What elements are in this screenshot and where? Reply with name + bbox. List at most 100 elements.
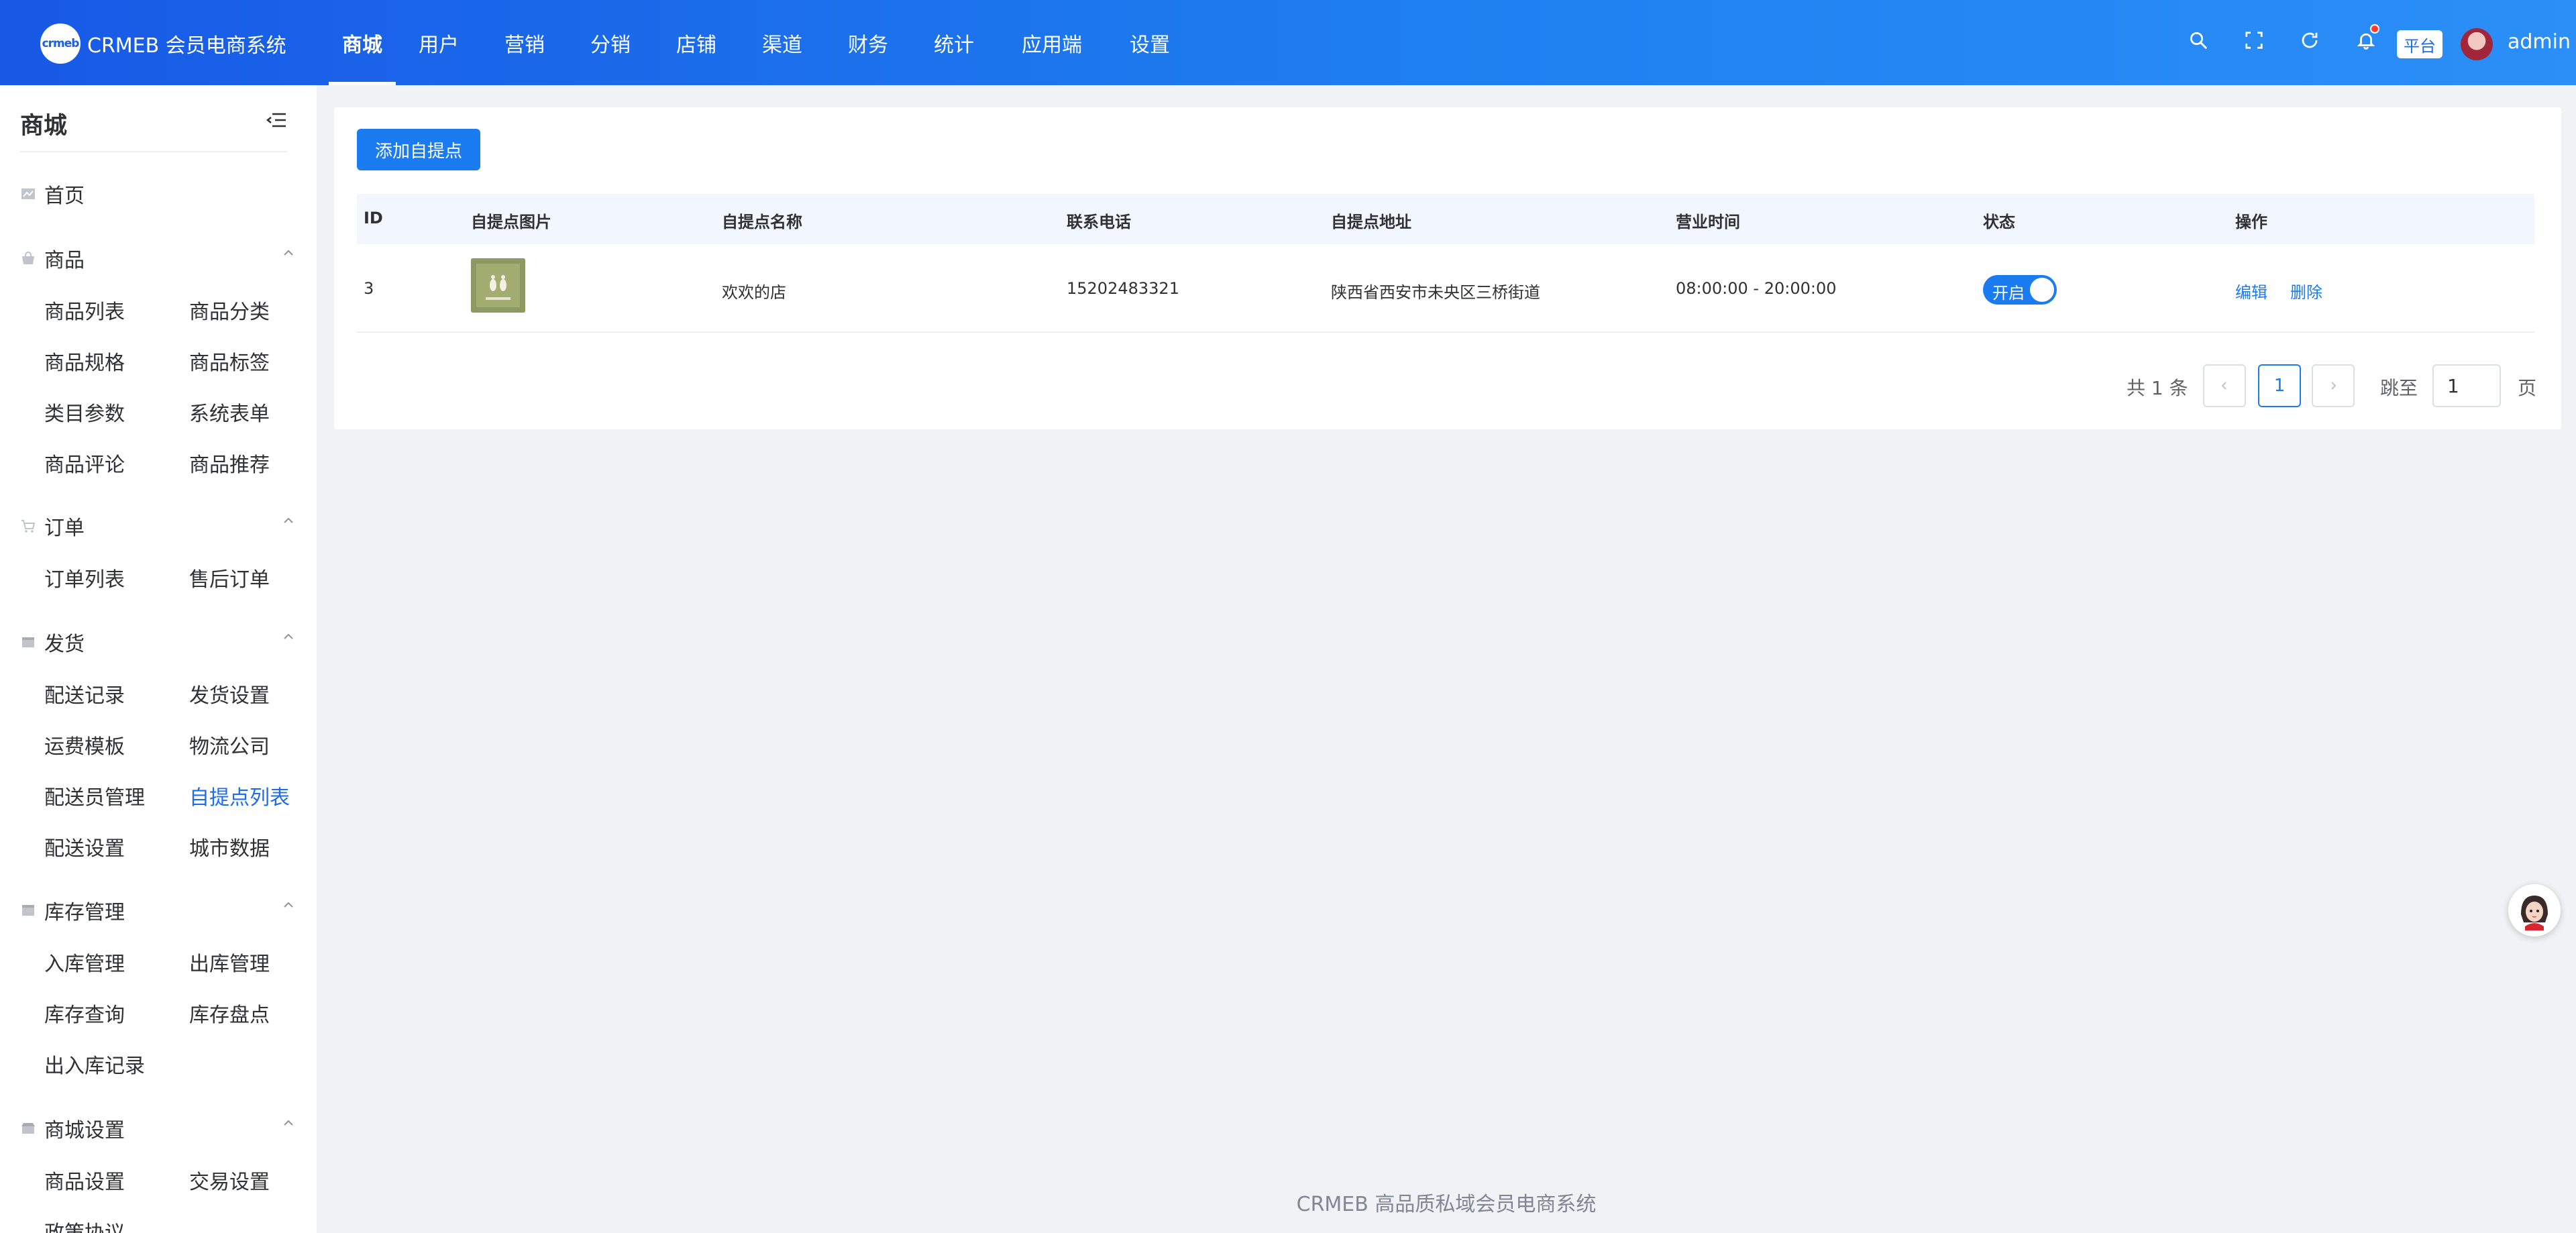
status-toggle[interactable]: 开启	[1983, 275, 2057, 305]
sidebar-item-label: 首页	[44, 184, 85, 208]
chevron-right-icon	[2331, 382, 2337, 390]
topnav-item-statistics[interactable]: 统计	[911, 0, 997, 85]
platform-tag[interactable]: 平台	[2397, 30, 2443, 58]
column-header-actions: 操作	[2235, 213, 2267, 231]
sidebar-item-home[interactable]: 首页	[20, 179, 295, 209]
sidebar: 商城 首页 商品 商品列表 商品分类 商品规格 商品标签 类目参数 系统表单 商…	[0, 85, 317, 1233]
top-header: crmeb CRMEB 会员电商系统 商城 用户 营销 分销 店铺 渠道 财务 …	[0, 0, 2576, 85]
sidebar-item-system-form[interactable]: 系统表单	[189, 397, 270, 427]
column-header-hours: 营业时间	[1676, 213, 1740, 231]
avatar[interactable]	[2461, 28, 2493, 60]
status-toggle-label: 开启	[1992, 284, 2025, 303]
column-header-address: 自提点地址	[1331, 213, 1411, 231]
sidebar-item-product-recommend[interactable]: 商品推荐	[189, 448, 270, 478]
search-icon[interactable]	[2185, 27, 2212, 54]
sidebar-group-label: 订单	[44, 517, 85, 540]
refresh-icon[interactable]	[2296, 27, 2323, 54]
bell-icon[interactable]	[2353, 24, 2379, 54]
sidebar-item-stock-records[interactable]: 出入库记录	[44, 1049, 145, 1079]
sidebar-item-stock-check[interactable]: 库存盘点	[189, 998, 270, 1028]
prev-page-button[interactable]	[2203, 364, 2246, 407]
notification-dot	[2370, 24, 2379, 34]
cell-name: 欢欢的店	[722, 283, 786, 302]
sidebar-item-product-spec[interactable]: 商品规格	[44, 346, 125, 376]
sidebar-item-freight-template[interactable]: 运费模板	[44, 730, 125, 759]
chevron-left-icon	[2221, 382, 2226, 390]
shop-icon	[20, 251, 38, 266]
sidebar-item-trade-settings[interactable]: 交易设置	[189, 1165, 270, 1195]
sidebar-item-logistics-company[interactable]: 物流公司	[189, 730, 270, 759]
table-row: 3 欢欢的店 15202483321 陕西省西安市未央区三桥街道 08:00:0…	[357, 244, 2534, 333]
store-settings-icon	[20, 1121, 38, 1136]
sidebar-item-stock-out[interactable]: 出库管理	[189, 947, 270, 977]
sidebar-item-order-list[interactable]: 订单列表	[44, 563, 125, 592]
cell-hours: 08:00:00 - 20:00:00	[1676, 279, 1837, 298]
collapse-menu-icon[interactable]	[266, 111, 287, 129]
column-header-image: 自提点图片	[471, 213, 551, 231]
top-nav: 商城 用户 营销 分销 店铺 渠道 财务 统计 应用端 设置	[329, 0, 1193, 85]
topnav-item-settings[interactable]: 设置	[1107, 0, 1193, 85]
next-page-button[interactable]	[2312, 364, 2355, 407]
sidebar-header: 商城	[20, 107, 287, 152]
logo-mark: crmeb	[40, 23, 80, 64]
sidebar-item-stock-in[interactable]: 入库管理	[44, 947, 125, 977]
pickup-point-image[interactable]	[471, 258, 525, 313]
topnav-item-apps[interactable]: 应用端	[997, 0, 1107, 85]
package-icon	[20, 635, 38, 649]
topnav-item-channel[interactable]: 渠道	[739, 0, 825, 85]
sidebar-item-stock-query[interactable]: 库存查询	[44, 998, 125, 1028]
cell-id: 3	[364, 279, 374, 298]
sidebar-item-product-category[interactable]: 商品分类	[189, 295, 270, 325]
sidebar-item-policy-agreement[interactable]: 政策协议	[44, 1216, 125, 1233]
sidebar-item-product-list[interactable]: 商品列表	[44, 295, 125, 325]
column-header-name: 自提点名称	[722, 213, 802, 231]
sidebar-item-delivery-records[interactable]: 配送记录	[44, 679, 125, 708]
sidebar-group-label: 发货	[44, 633, 85, 656]
sidebar-item-courier-management[interactable]: 配送员管理	[44, 781, 145, 810]
sidebar-group-mall-settings[interactable]: 商城设置	[20, 1114, 295, 1143]
topnav-item-store[interactable]: 店铺	[653, 0, 739, 85]
sidebar-item-category-params[interactable]: 类目参数	[44, 397, 125, 427]
cell-address: 陕西省西安市未央区三桥街道	[1331, 283, 1540, 302]
sidebar-item-pickup-points[interactable]: 自提点列表	[189, 781, 290, 810]
sidebar-item-city-data[interactable]: 城市数据	[189, 832, 270, 861]
topnav-item-finance[interactable]: 财务	[825, 0, 911, 85]
edit-link[interactable]: 编辑	[2235, 279, 2267, 303]
topnav-item-users[interactable]: 用户	[396, 0, 482, 85]
sidebar-item-delivery-settings[interactable]: 配送设置	[44, 832, 125, 861]
pagination-total: 共 1 条	[2127, 377, 2188, 399]
status-toggle-knob	[2030, 278, 2054, 302]
sidebar-item-shipping-settings[interactable]: 发货设置	[189, 679, 270, 708]
logo[interactable]: crmeb CRMEB 会员电商系统	[40, 23, 286, 64]
topnav-item-distribution[interactable]: 分销	[568, 0, 653, 85]
fullscreen-icon[interactable]	[2241, 27, 2267, 54]
chevron-up-icon	[284, 902, 293, 908]
footer-text: CRMEB 高品质私域会员电商系统	[1296, 1193, 1597, 1216]
chevron-up-icon	[284, 633, 293, 639]
sidebar-item-aftersale-orders[interactable]: 售后订单	[189, 563, 270, 592]
add-pickup-point-button[interactable]: 添加自提点	[357, 129, 480, 170]
topnav-item-mall[interactable]: 商城	[329, 0, 396, 85]
cell-phone: 15202483321	[1067, 279, 1179, 298]
user-name[interactable]: admin	[2508, 30, 2571, 54]
home-icon	[20, 186, 38, 201]
sidebar-group-products[interactable]: 商品	[20, 244, 295, 273]
chevron-up-icon	[284, 517, 293, 523]
sidebar-group-shipping[interactable]: 发货	[20, 627, 295, 657]
delete-link[interactable]: 删除	[2290, 279, 2322, 303]
warehouse-icon	[20, 903, 38, 918]
chevron-up-icon	[284, 250, 293, 256]
jump-to-page-input[interactable]	[2432, 364, 2501, 407]
cart-icon	[20, 519, 38, 533]
customer-service-avatar-icon[interactable]	[2508, 884, 2561, 936]
sidebar-item-product-reviews[interactable]: 商品评论	[44, 448, 125, 478]
page-number-button[interactable]: 1	[2258, 364, 2301, 407]
topnav-item-marketing[interactable]: 营销	[482, 0, 568, 85]
column-header-phone: 联系电话	[1067, 213, 1131, 231]
sidebar-group-inventory[interactable]: 库存管理	[20, 896, 295, 925]
sidebar-item-product-tag[interactable]: 商品标签	[189, 346, 270, 376]
sidebar-item-product-settings[interactable]: 商品设置	[44, 1165, 125, 1195]
sidebar-group-orders[interactable]: 订单	[20, 511, 295, 541]
chevron-up-icon	[284, 1120, 293, 1126]
sidebar-title: 商城	[20, 113, 68, 140]
